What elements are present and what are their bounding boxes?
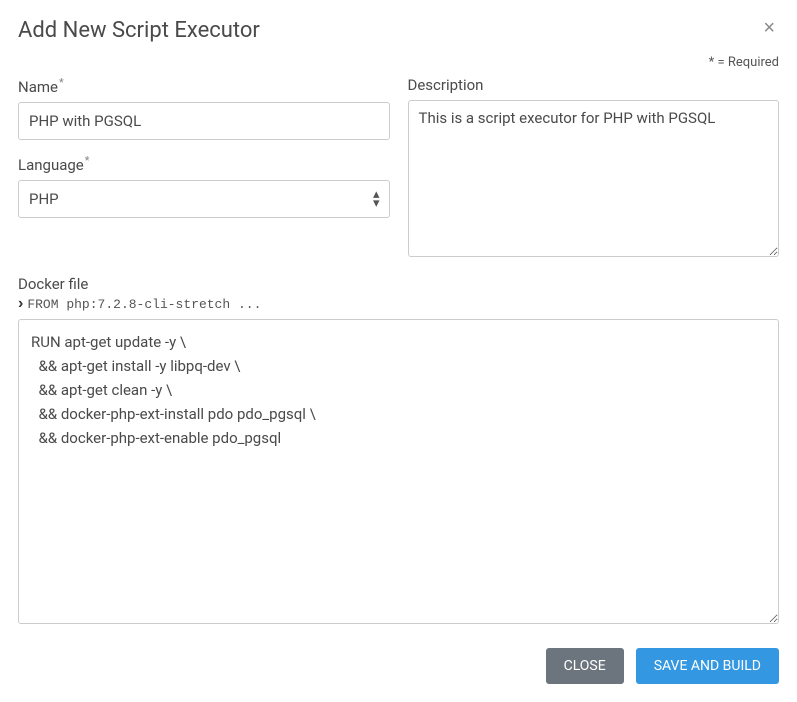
- required-asterisk: *: [85, 154, 90, 167]
- language-label-text: Language: [18, 156, 84, 174]
- close-button[interactable]: CLOSE: [546, 648, 624, 684]
- language-select[interactable]: PHP: [18, 180, 390, 218]
- dockerfile-preview: FROM php:7.2.8-cli-stretch ...: [27, 297, 261, 312]
- dockerfile-textarea[interactable]: [18, 319, 779, 624]
- close-icon[interactable]: ×: [759, 18, 779, 38]
- description-textarea[interactable]: [408, 100, 780, 257]
- language-label: Language*: [18, 154, 390, 174]
- required-asterisk: *: [59, 76, 64, 89]
- chevron-right-icon[interactable]: ›: [18, 295, 23, 313]
- name-input[interactable]: [18, 102, 390, 140]
- required-note: * = Required: [18, 55, 779, 70]
- name-label-text: Name: [18, 78, 58, 96]
- name-label: Name*: [18, 76, 390, 96]
- save-and-build-button[interactable]: SAVE AND BUILD: [636, 648, 779, 684]
- modal-title: Add New Script Executor: [18, 18, 260, 43]
- dockerfile-label: Docker file: [18, 275, 779, 293]
- description-label: Description: [408, 76, 780, 94]
